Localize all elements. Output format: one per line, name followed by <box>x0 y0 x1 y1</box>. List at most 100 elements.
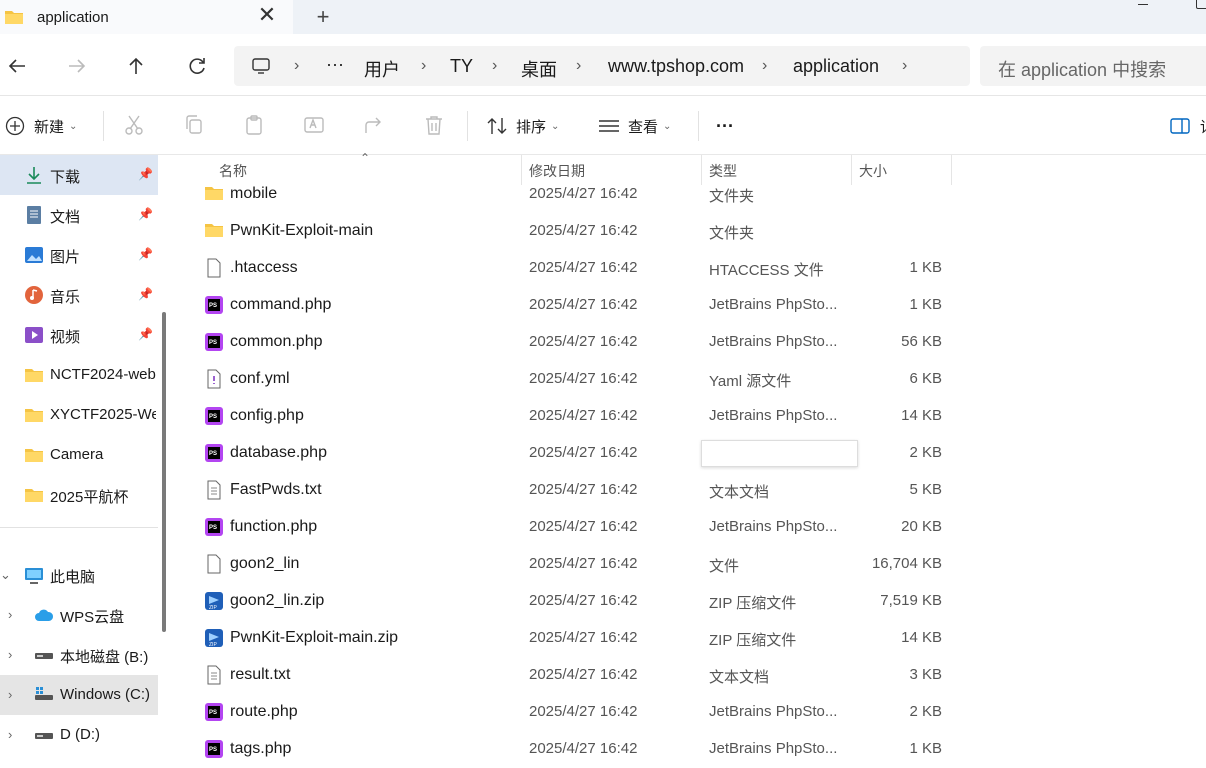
rename-icon[interactable] <box>302 113 326 137</box>
file-row[interactable]: result.txt 2025/4/27 16:42 文本文档 3 KB <box>202 657 982 694</box>
file-date: 2025/4/27 16:42 <box>529 259 638 276</box>
breadcrumb-ellipsis[interactable]: ··· <box>326 54 344 75</box>
close-tab-button[interactable]: ✕ <box>256 4 278 28</box>
breadcrumb-tpshop[interactable]: www.tpshop.com <box>608 56 744 77</box>
folder-icon <box>204 221 224 241</box>
file-type: 文本文档 <box>709 669 770 686</box>
sidebar-item-this-pc[interactable]: ⌄ 此电脑 <box>0 555 158 595</box>
forward-arrow-icon[interactable] <box>65 54 89 78</box>
music-icon <box>25 286 43 304</box>
computer-icon <box>252 58 270 74</box>
file-name: PwnKit-Exploit-main.zip <box>230 629 399 646</box>
svg-text:PS: PS <box>209 340 217 346</box>
sidebar-item-camera[interactable]: Camera <box>0 435 158 475</box>
zip-icon: ZIP <box>204 628 224 648</box>
sidebar-item-xyctf2025[interactable]: XYCTF2025-We <box>0 395 158 435</box>
divider <box>467 111 468 141</box>
up-arrow-icon[interactable] <box>124 54 148 78</box>
more-options-button[interactable]: ··· <box>716 115 734 137</box>
file-row[interactable]: PSdatabase.php2025/4/27 16:42JetBrains P… <box>202 435 982 472</box>
file-name: tags.php <box>230 740 292 757</box>
share-icon[interactable] <box>362 113 386 137</box>
sidebar-item-nctf2024[interactable]: NCTF2024-web <box>0 355 158 395</box>
sidebar-item-wps-cloud[interactable]: › WPS云盘 <box>0 595 158 635</box>
minimize-button[interactable] <box>1138 4 1148 5</box>
file-row[interactable]: mobile 2025/4/27 16:42 文件夹 <box>202 176 982 213</box>
folder-icon <box>25 369 43 382</box>
file-date: 2025/4/27 16:42 <box>529 333 638 350</box>
new-tab-button[interactable]: + <box>312 4 334 30</box>
sidebar-scrollbar[interactable] <box>162 312 166 632</box>
file-date: 2025/4/27 16:42 <box>529 666 638 683</box>
svg-text:ZIP: ZIP <box>209 605 217 611</box>
file-row[interactable]: PS config.php 2025/4/27 16:42 JetBrains Php… <box>202 398 982 435</box>
back-arrow-icon[interactable] <box>5 54 29 78</box>
sidebar-item-drive-b[interactable]: › 本地磁盘 (B:) <box>0 635 158 675</box>
chevron-right-icon[interactable]: › <box>8 727 12 742</box>
address-bar[interactable]: › ··· 用户 › TY › 桌面 › www.tpshop.com › ap… <box>234 46 970 86</box>
phpstorm-icon: PS <box>204 443 224 463</box>
file-size: 1 KB <box>909 259 942 276</box>
search-input[interactable]: 在 application 中搜索 <box>980 46 1206 86</box>
folder-icon <box>25 409 43 422</box>
folder-icon <box>25 489 43 502</box>
details-pane-button[interactable]: 详 <box>1170 115 1206 137</box>
file-row[interactable]: PwnKit-Exploit-main 2025/4/27 16:42 文件夹 <box>202 213 982 250</box>
chevron-right-icon[interactable]: › <box>8 607 12 622</box>
file-row[interactable]: ZIP PwnKit-Exploit-main.zip 2025/4/27 16:4… <box>202 620 982 657</box>
file-row[interactable]: PS tags.php 2025/4/27 16:42 JetBrains PhpSt… <box>202 731 982 768</box>
file-row[interactable]: .htaccess 2025/4/27 16:42 HTACCESS 文件 1 KB <box>202 250 982 287</box>
tab-application[interactable]: application ✕ <box>0 0 293 34</box>
sort-button[interactable]: 排序 ⌄ <box>486 115 559 137</box>
sidebar-item-videos[interactable]: 视频 📌 <box>0 315 158 355</box>
phpstorm-icon: PS <box>204 295 224 315</box>
maximize-button[interactable] <box>1196 0 1206 9</box>
copy-icon[interactable] <box>182 113 206 137</box>
file-row[interactable]: PS command.php 2025/4/27 16:42 JetBrains Ph… <box>202 287 982 324</box>
file-size: 2 KB <box>909 703 942 720</box>
file-size: 14 KB <box>901 629 942 646</box>
chevron-right-icon[interactable]: › <box>8 647 12 662</box>
phpstorm-icon: PS <box>204 406 224 426</box>
file-row[interactable]: goon2_lin 2025/4/27 16:42 文件 16,704 KB <box>202 546 982 583</box>
refresh-icon[interactable] <box>185 54 209 78</box>
file-row[interactable]: ZIP goon2_lin.zip 2025/4/27 16:42 ZIP 压缩文件 7… <box>202 583 982 620</box>
delete-icon[interactable] <box>422 113 446 137</box>
sidebar-item-downloads[interactable]: 下载 📌 <box>0 155 158 195</box>
file-row[interactable]: conf.yml 2025/4/27 16:42 Yaml 源文件 6 KB <box>202 361 982 398</box>
file-row[interactable]: PS function.php 2025/4/27 16:42 JetBrains P… <box>202 509 982 546</box>
paste-icon[interactable] <box>242 113 266 137</box>
file-type: ZIP 压缩文件 <box>709 595 797 612</box>
breadcrumb-application[interactable]: application <box>793 56 879 77</box>
view-button[interactable]: 查看 ⌄ <box>598 115 671 137</box>
file-type: Yaml 源文件 <box>709 373 792 390</box>
chevron-down-icon: ⌄ <box>551 120 560 132</box>
file-date: 2025/4/27 16:42 <box>529 740 638 757</box>
sidebar-item-2025pinghang[interactable]: 2025平航杯 <box>0 475 158 515</box>
new-label: 新建 <box>34 118 65 136</box>
new-button[interactable]: 新建 ⌄ <box>5 115 77 137</box>
file-date: 2025/4/27 16:42 <box>529 296 638 313</box>
details-label: 详 <box>1200 116 1206 137</box>
sidebar-item-label: 2025平航杯 <box>50 489 129 506</box>
file-row[interactable]: PS common.php 2025/4/27 16:42 JetBrains Php… <box>202 324 982 361</box>
sidebar-item-pictures[interactable]: 图片 📌 <box>0 235 158 275</box>
breadcrumb-desktop[interactable]: 桌面 <box>521 56 557 82</box>
svg-text:PS: PS <box>209 414 217 420</box>
sidebar-item-drive-d[interactable]: › D (D:) <box>0 715 158 755</box>
chevron-down-icon[interactable]: ⌄ <box>0 567 11 583</box>
file-row[interactable]: FastPwds.txt 2025/4/27 16:42 文本文档 5 KB <box>202 472 982 509</box>
divider <box>103 111 104 141</box>
file-row[interactable]: PS route.php 2025/4/27 16:42 JetBrains PhpS… <box>202 694 982 731</box>
sidebar-item-drive-c[interactable]: › Windows (C:) <box>0 675 158 715</box>
chevron-right-icon[interactable]: › <box>8 687 12 702</box>
file-size: 1 KB <box>909 740 942 757</box>
breadcrumb-ty[interactable]: TY <box>450 56 473 77</box>
pin-icon: 📌 <box>138 247 153 261</box>
sidebar-item-documents[interactable]: 文档 📌 <box>0 195 158 235</box>
cut-icon[interactable] <box>122 113 146 137</box>
breadcrumb-users[interactable]: 用户 <box>364 56 400 82</box>
breadcrumb-separator: › <box>294 57 300 74</box>
sidebar-item-music[interactable]: 音乐 📌 <box>0 275 158 315</box>
file-type: HTACCESS 文件 <box>709 262 824 279</box>
